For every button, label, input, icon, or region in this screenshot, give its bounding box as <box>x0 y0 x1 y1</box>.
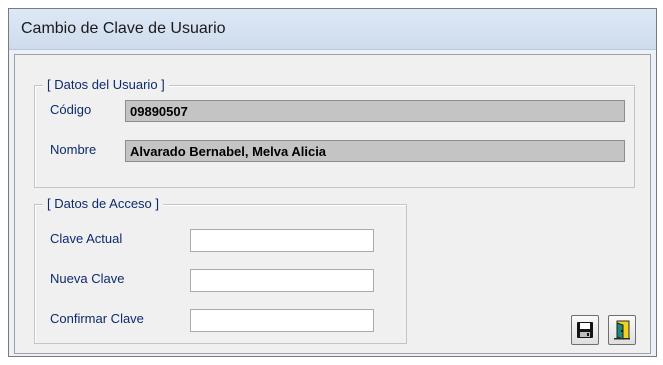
user-data-group: [ Datos del Usuario ] Código 09890507 No… <box>34 77 635 188</box>
confirm-password-label: Confirmar Clave <box>50 311 144 326</box>
exit-door-icon <box>613 320 631 340</box>
code-field: 09890507 <box>125 100 625 122</box>
name-field: Alvarado Bernabel, Melva Alicia <box>125 140 625 162</box>
code-label: Código <box>50 102 92 117</box>
save-button[interactable] <box>571 315 599 345</box>
access-data-legend: [ Datos de Acceso ] <box>43 196 164 211</box>
confirm-password-input[interactable] <box>190 309 374 332</box>
password-change-window: Cambio de Clave de Usuario [ Datos del U… <box>8 8 657 357</box>
title-bar: Cambio de Clave de Usuario <box>9 9 656 50</box>
form-panel: [ Datos del Usuario ] Código 09890507 No… <box>14 54 651 354</box>
new-password-input[interactable] <box>190 269 374 292</box>
current-password-input[interactable] <box>190 229 374 252</box>
name-label: Nombre <box>50 142 97 157</box>
new-password-label: Nueva Clave <box>50 271 125 286</box>
current-password-label: Clave Actual <box>50 231 123 246</box>
floppy-disk-icon <box>576 321 594 339</box>
user-data-legend: [ Datos del Usuario ] <box>43 77 169 92</box>
access-data-group: [ Datos de Acceso ] Clave Actual Nueva C… <box>34 196 407 344</box>
window-title: Cambio de Clave de Usuario <box>21 20 226 37</box>
exit-button[interactable] <box>608 315 636 345</box>
